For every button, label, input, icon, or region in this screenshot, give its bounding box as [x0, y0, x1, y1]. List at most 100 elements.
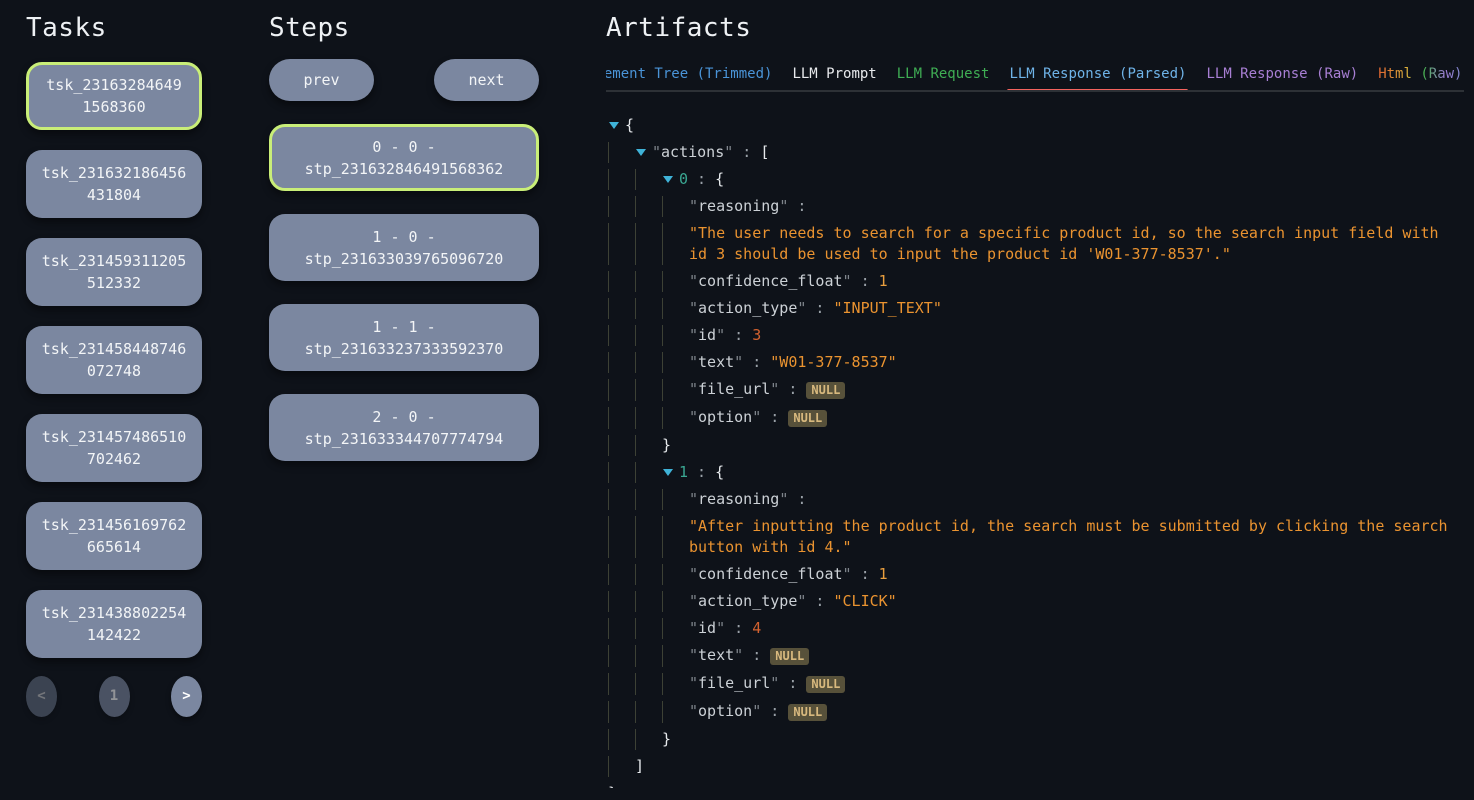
indent-guide	[662, 223, 689, 265]
indent-guide	[608, 701, 635, 723]
json-line: "actions" : [	[608, 139, 1464, 166]
indent-guide	[635, 564, 662, 585]
task-button[interactable]: tsk_231456169762665614	[26, 502, 202, 570]
indent-guide	[608, 645, 635, 667]
task-list: tsk_231632846491568360 tsk_23163218645643…	[26, 62, 202, 658]
json-line: "option" : NULL	[608, 698, 1464, 726]
indent-guide	[608, 489, 635, 510]
json-line: "action_type" : "CLICK"	[608, 588, 1464, 615]
indent-guide	[608, 729, 635, 750]
indent-guide	[635, 271, 662, 292]
json-line: "text" : NULL	[608, 642, 1464, 670]
indent-guide	[608, 379, 635, 401]
null-badge: NULL	[788, 704, 827, 721]
json-line-content: }	[662, 729, 671, 750]
json-line-content: "text" : NULL	[689, 645, 809, 667]
json-line-content: "The user needs to search for a specific…	[689, 223, 1464, 265]
indent-guide	[608, 564, 635, 585]
indent-guide	[635, 407, 662, 429]
json-line-content: "file_url" : NULL	[689, 673, 845, 695]
json-viewer[interactable]: {"actions" : [0 : { "reasoning" : "The us…	[606, 112, 1464, 788]
json-line-content: "reasoning" :	[689, 489, 815, 510]
indent-guide	[608, 142, 635, 163]
collapse-arrow-icon[interactable]	[635, 142, 652, 163]
tab-llm-response-parsed[interactable]: LLM Response (Parsed)	[1009, 66, 1186, 90]
indent-guide	[608, 325, 635, 346]
json-line-content: "reasoning" :	[689, 196, 815, 217]
json-line-content: "option" : NULL	[689, 701, 827, 723]
indent-guide	[662, 591, 689, 612]
pagination-prev-button[interactable]: <	[26, 676, 57, 717]
indent-guide	[662, 489, 689, 510]
indent-guide	[608, 673, 635, 695]
json-line-content: "id" : 4	[689, 618, 761, 639]
json-line: "id" : 4	[608, 615, 1464, 642]
step-button[interactable]: 1 - 1 - stp_231633237333592370	[269, 304, 539, 371]
null-badge: NULL	[788, 410, 827, 427]
step-list: 0 - 0 - stp_231632846491568362 1 - 0 - st…	[269, 124, 539, 461]
json-line: 0 : {	[608, 166, 1464, 193]
json-line: {	[608, 112, 1464, 139]
step-button[interactable]: 1 - 0 - stp_231633039765096720	[269, 214, 539, 281]
tasks-panel: Tasks tsk_231632846491568360 tsk_23163218…	[26, 14, 202, 717]
indent-guide	[635, 462, 662, 483]
indent-guide	[635, 516, 662, 558]
indent-guide	[608, 407, 635, 429]
indent-guide	[635, 223, 662, 265]
indent-guide	[608, 352, 635, 373]
null-badge: NULL	[770, 648, 809, 665]
json-line: "reasoning" :	[608, 486, 1464, 513]
indent-guide	[608, 298, 635, 319]
indent-guide	[635, 196, 662, 217]
indent-guide	[662, 298, 689, 319]
json-line-content: "option" : NULL	[689, 407, 827, 429]
json-line: "The user needs to search for a specific…	[608, 220, 1464, 268]
task-button[interactable]: tsk_231632846491568360	[26, 62, 202, 130]
indent-guide	[662, 673, 689, 695]
task-button[interactable]: tsk_231458448746072748	[26, 326, 202, 394]
json-line-content: "After inputting the product id, the sea…	[689, 516, 1464, 558]
next-step-button[interactable]: next	[434, 59, 539, 101]
indent-guide	[608, 169, 635, 190]
indent-guide	[662, 379, 689, 401]
tab-llm-request[interactable]: LLM Request	[897, 66, 990, 90]
json-line: }	[608, 432, 1464, 459]
task-button[interactable]: tsk_231459311205512332	[26, 238, 202, 306]
tab-html-raw[interactable]: Html (Raw)	[1378, 66, 1462, 90]
indent-guide	[635, 673, 662, 695]
json-line: "file_url" : NULL	[608, 670, 1464, 698]
indent-guide	[635, 325, 662, 346]
tasks-title: Tasks	[26, 14, 202, 42]
indent-guide	[635, 169, 662, 190]
json-line-content: 1 : {	[679, 462, 724, 483]
indent-guide	[635, 645, 662, 667]
json-line: "After inputting the product id, the sea…	[608, 513, 1464, 561]
collapse-arrow-icon[interactable]	[662, 462, 679, 483]
indent-guide	[662, 516, 689, 558]
indent-guide	[662, 407, 689, 429]
prev-step-button[interactable]: prev	[269, 59, 374, 101]
task-button[interactable]: tsk_231457486510702462	[26, 414, 202, 482]
tab-element-tree-trimmed[interactable]: Element Tree (Trimmed)	[606, 66, 772, 90]
indent-guide	[608, 756, 635, 777]
tab-llm-prompt[interactable]: LLM Prompt	[792, 66, 876, 90]
indent-guide	[635, 729, 662, 750]
step-button[interactable]: 0 - 0 - stp_231632846491568362	[269, 124, 539, 191]
step-button[interactable]: 2 - 0 - stp_231633344707774794	[269, 394, 539, 461]
task-button[interactable]: tsk_231438802254142422	[26, 590, 202, 658]
indent-guide	[635, 591, 662, 612]
json-line-content: "confidence_float" : 1	[689, 564, 888, 585]
artifacts-panel: Artifacts Element Tree (Trimmed)LLM Prom…	[606, 14, 1464, 800]
collapse-arrow-icon[interactable]	[662, 169, 679, 190]
indent-guide	[662, 196, 689, 217]
pagination-page-button[interactable]: 1	[99, 676, 130, 717]
tab-llm-response-raw[interactable]: LLM Response (Raw)	[1206, 66, 1358, 90]
collapse-arrow-icon[interactable]	[608, 115, 625, 136]
pagination-next-button[interactable]: >	[171, 676, 202, 717]
indent-guide	[635, 298, 662, 319]
json-line: "id" : 3	[608, 322, 1464, 349]
indent-guide	[635, 352, 662, 373]
task-button[interactable]: tsk_231632186456431804	[26, 150, 202, 218]
json-line: "file_url" : NULL	[608, 376, 1464, 404]
json-line-content: }	[662, 435, 671, 456]
